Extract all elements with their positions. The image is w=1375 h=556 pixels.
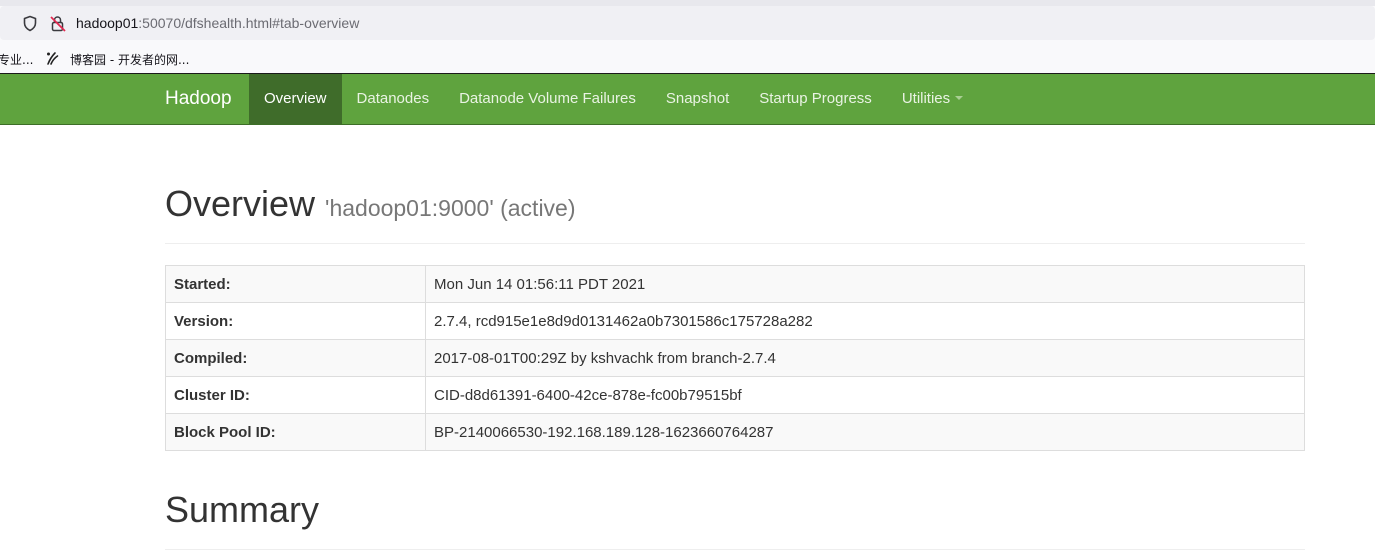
shield-icon[interactable]: [22, 15, 38, 32]
page-title-text: Overview: [165, 183, 316, 224]
url-host: hadoop01: [76, 15, 139, 31]
nav-tab-datanodes[interactable]: Datanodes: [342, 74, 445, 124]
nav-tab-datanode-volume-failures[interactable]: Datanode Volume Failures: [444, 74, 651, 124]
url-path: :50070/dfshealth.html#tab-overview: [138, 15, 360, 31]
nav-tab-label: Utilities: [901, 90, 951, 107]
nav-tab-label: Datanodes: [356, 90, 430, 107]
nav-tab-snapshot[interactable]: Snapshot: [651, 74, 744, 124]
navbar: Hadoop Overview Datanodes Datanode Volum…: [0, 73, 1375, 125]
row-key: Version:: [165, 302, 426, 340]
caret-down-icon: [955, 96, 964, 101]
row-value: 2017-08-01T00:29Z by kshvachk from branc…: [425, 339, 1305, 377]
nav-tab-label: Datanode Volume Failures: [459, 90, 636, 107]
table-row: Cluster ID: CID-d8d61391-6400-42ce-878e-…: [165, 376, 1305, 414]
row-key: Block Pool ID:: [165, 413, 426, 451]
address-bar[interactable]: hadoop01:50070/dfshealth.html#tab-overvi…: [0, 6, 1375, 40]
nav-dropdown-utilities[interactable]: Utilities: [887, 74, 978, 124]
row-value: BP-2140066530-192.168.189.128-1623660764…: [425, 413, 1305, 451]
page-title: Overview 'hadoop01:9000' (active): [165, 182, 1305, 230]
table-row: Started: Mon Jun 14 01:56:11 PDT 2021: [165, 265, 1305, 303]
row-key: Started:: [165, 265, 426, 303]
bookmark-label: 博客园 - 开发者的网...: [70, 53, 190, 67]
nav-tab-startup-progress[interactable]: Startup Progress: [744, 74, 887, 124]
row-key: Cluster ID:: [165, 376, 426, 414]
nav-tab-label: Snapshot: [665, 90, 730, 107]
row-value: CID-d8d61391-6400-42ce-878e-fc00b79515bf: [425, 376, 1305, 414]
insecure-lock-icon[interactable]: [49, 15, 67, 32]
table-row: Block Pool ID: BP-2140066530-192.168.189…: [165, 413, 1305, 451]
table-row: Compiled: 2017-08-01T00:29Z by kshvachk …: [165, 339, 1305, 377]
cnblogs-icon: [47, 52, 59, 65]
section-title-summary: Summary: [165, 489, 320, 530]
summary-header: Summary: [165, 488, 1305, 550]
bookmark-item[interactable]: 专业...: [0, 51, 33, 68]
nav-tab-label: Overview: [264, 90, 327, 107]
namenode-subtitle: 'hadoop01:9000' (active): [325, 195, 576, 221]
bookmarks-toolbar: 专业... 博客园 - 开发者的网...: [0, 44, 1375, 72]
table-row: Version: 2.7.4, rcd915e1e8d9d0131462a0b7…: [165, 302, 1305, 340]
overview-table: Started: Mon Jun 14 01:56:11 PDT 2021 Ve…: [165, 265, 1305, 451]
row-value: 2.7.4, rcd915e1e8d9d0131462a0b7301586c17…: [425, 302, 1305, 340]
nav-menu: Overview Datanodes Datanode Volume Failu…: [249, 74, 978, 124]
nav-tab-overview[interactable]: Overview: [249, 74, 342, 124]
row-value: Mon Jun 14 01:56:11 PDT 2021: [425, 265, 1305, 303]
row-key: Compiled:: [165, 339, 426, 377]
nav-tab-label: Startup Progress: [759, 90, 872, 107]
overview-header: Overview 'hadoop01:9000' (active): [165, 182, 1305, 244]
url-text[interactable]: hadoop01:50070/dfshealth.html#tab-overvi…: [76, 15, 359, 32]
navbar-brand[interactable]: Hadoop: [165, 74, 232, 124]
browser-chrome: hadoop01:50070/dfshealth.html#tab-overvi…: [0, 0, 1375, 73]
